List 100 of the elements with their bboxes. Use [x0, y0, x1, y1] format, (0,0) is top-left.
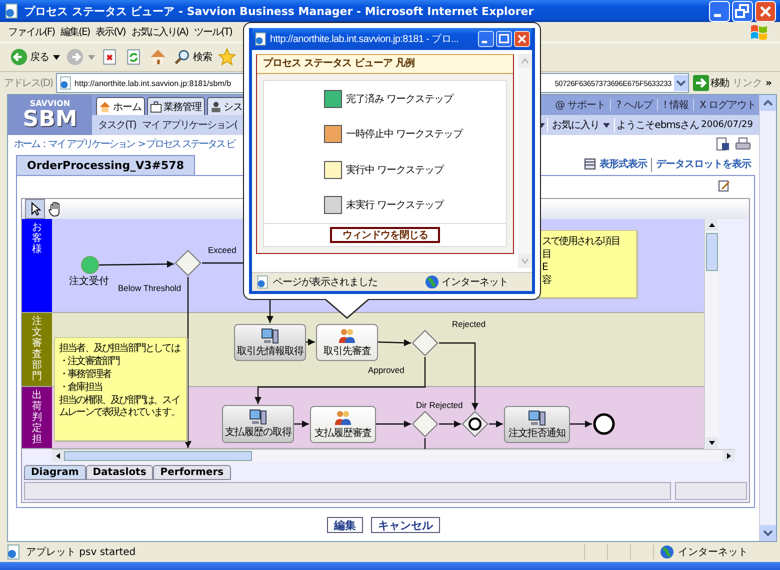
- note-text: 担当の権限、及び部門は、スイムレーンで表現されています。: [59, 395, 180, 419]
- gateway-diamond[interactable]: [412, 330, 438, 356]
- back-button[interactable]: 戻る: [10, 48, 49, 66]
- note-text: 容: [542, 275, 552, 287]
- view-link[interactable]: データスロットを表示: [656, 157, 751, 171]
- caret-icon: [602, 122, 610, 128]
- task-node[interactable]: 注文拒否通知: [504, 406, 570, 443]
- nav-tab[interactable]: 業務管理: [146, 97, 204, 115]
- stop-icon[interactable]: [101, 48, 119, 66]
- window-title: プロセス ステータス ビューア - Savvion Business Manager - Microsoft Internet Explorer: [24, 4, 535, 18]
- menu-item[interactable]: ツール(T): [192, 25, 234, 39]
- menu-item[interactable]: お気に入り(A): [129, 25, 190, 39]
- menu-item[interactable]: 編集(E): [58, 25, 92, 39]
- end-event[interactable]: [593, 413, 615, 435]
- lane-label: 注文審査部門: [32, 314, 42, 384]
- header-link[interactable]: ? ヘルプ: [613, 98, 656, 112]
- legend-label: 実行中 ワークステップ: [346, 164, 444, 177]
- view-tab[interactable]: Dataslots: [86, 465, 154, 480]
- scroll-left-icon[interactable]: [52, 450, 64, 462]
- lane-label: お客様: [32, 221, 42, 257]
- date-text: 2006/07/29: [701, 120, 753, 130]
- menu-item[interactable]: ファイル(F): [6, 25, 57, 39]
- header-link[interactable]: ! 情報: [660, 98, 692, 112]
- popup-title: http://anorthite.lab.int.savvion.jp:8181 - プロ...: [270, 32, 458, 46]
- favorites-menu[interactable]: お気に入り: [547, 118, 615, 132]
- go-button[interactable]: 移動: [692, 75, 730, 91]
- view-tab[interactable]: Diagram: [24, 465, 86, 480]
- more-links-button[interactable]: »: [766, 78, 772, 88]
- table-icon: [584, 158, 596, 170]
- computer-icon: [249, 409, 267, 425]
- caret-icon[interactable]: [53, 54, 60, 60]
- minimize-button[interactable]: [478, 31, 494, 47]
- scroll-down-icon[interactable]: [706, 437, 718, 449]
- home-icon[interactable]: [149, 48, 167, 66]
- person-icon: [210, 100, 222, 112]
- nav-tab[interactable]: シス: [206, 97, 246, 115]
- scroll-right-icon[interactable]: [723, 450, 735, 462]
- globe-icon: [424, 275, 438, 289]
- page-icon: [4, 3, 20, 19]
- briefcase-icon: [150, 100, 162, 112]
- lane-label: 出荷判定担: [32, 388, 42, 447]
- menu-item[interactable]: 表示(V): [94, 25, 128, 39]
- view-tab[interactable]: Performers: [153, 465, 231, 480]
- vertical-scrollbar[interactable]: [704, 219, 719, 449]
- task-label: 取引先審査: [323, 346, 371, 358]
- flow-arrow: [489, 420, 503, 428]
- pointer-tool-icon[interactable]: [26, 200, 44, 218]
- refresh-icon[interactable]: [125, 48, 143, 66]
- task-node[interactable]: 支払履歴審査: [310, 406, 376, 443]
- breadcrumb-link[interactable]: ホーム：マイ アプリケーション: [14, 137, 135, 151]
- process-tab[interactable]: OrderProcessing_V3#578: [16, 155, 195, 175]
- save-icon[interactable]: [716, 136, 732, 152]
- nav-tab[interactable]: ホーム: [96, 97, 144, 115]
- status-text: アプレット psv started: [26, 546, 136, 559]
- close-button[interactable]: [514, 31, 530, 47]
- legend-label: 未実行 ワークステップ: [346, 198, 444, 212]
- close-button[interactable]: [755, 0, 776, 22]
- flow-arrow: [376, 420, 411, 428]
- note-text: 担当者、及び担当部門としては: [59, 343, 181, 355]
- note-text: ・倉庫担当: [59, 382, 104, 394]
- subnav-link[interactable]: タスク(T): [96, 118, 138, 132]
- edit-icon[interactable]: [718, 180, 730, 192]
- popup-status-text: ページが表示されました: [273, 276, 378, 289]
- maximize-button[interactable]: [496, 31, 512, 47]
- scroll-thumb[interactable]: [64, 451, 252, 461]
- minimize-button[interactable]: [709, 0, 730, 22]
- note-text: スで使用される項目: [542, 236, 620, 248]
- task-node[interactable]: 取引先情報取得: [234, 324, 306, 361]
- print-icon[interactable]: [735, 136, 751, 152]
- page-icon: [254, 32, 268, 46]
- note-text: E: [542, 262, 548, 274]
- flow-label: Exceed: [208, 245, 236, 255]
- header-link[interactable]: @ サポート: [552, 98, 608, 112]
- scroll-up-icon[interactable]: [706, 219, 718, 231]
- note-text: ・事務管理者: [59, 369, 112, 381]
- task-node[interactable]: 取引先審査: [316, 324, 378, 361]
- windows-flag-icon: [748, 23, 770, 41]
- close-window-button[interactable]: ウィンドウを閉じる: [330, 227, 440, 243]
- form-button[interactable]: キャンセル: [371, 516, 440, 532]
- subnav-link[interactable]: マイ アプリケーション(: [140, 118, 240, 132]
- header-link[interactable]: X ログアウト: [696, 98, 759, 112]
- search-button[interactable]: 検索: [173, 48, 212, 66]
- form-button[interactable]: 編集: [327, 516, 363, 532]
- note-text: ・注文審査部門: [59, 356, 120, 368]
- start-event[interactable]: [81, 256, 99, 274]
- house-icon: [99, 100, 111, 112]
- view-link[interactable]: 表形式表示: [600, 157, 647, 171]
- page-icon: [6, 544, 22, 560]
- horizontal-scrollbar[interactable]: [52, 449, 735, 462]
- intermediate-event[interactable]: [462, 411, 488, 437]
- flow-label: Dir Rejected: [416, 400, 463, 410]
- flow-label: Rejected: [452, 319, 486, 329]
- gateway-diamond[interactable]: [412, 411, 438, 437]
- task-node[interactable]: 支払履歴の取得: [222, 405, 294, 443]
- star-icon[interactable]: [218, 48, 236, 66]
- computer-icon: [261, 328, 279, 344]
- welcome-text: ようこそebmsさん: [616, 119, 700, 132]
- scroll-thumb[interactable]: [706, 233, 718, 271]
- gateway-diamond[interactable]: [175, 250, 201, 276]
- restore-button[interactable]: [732, 0, 753, 22]
